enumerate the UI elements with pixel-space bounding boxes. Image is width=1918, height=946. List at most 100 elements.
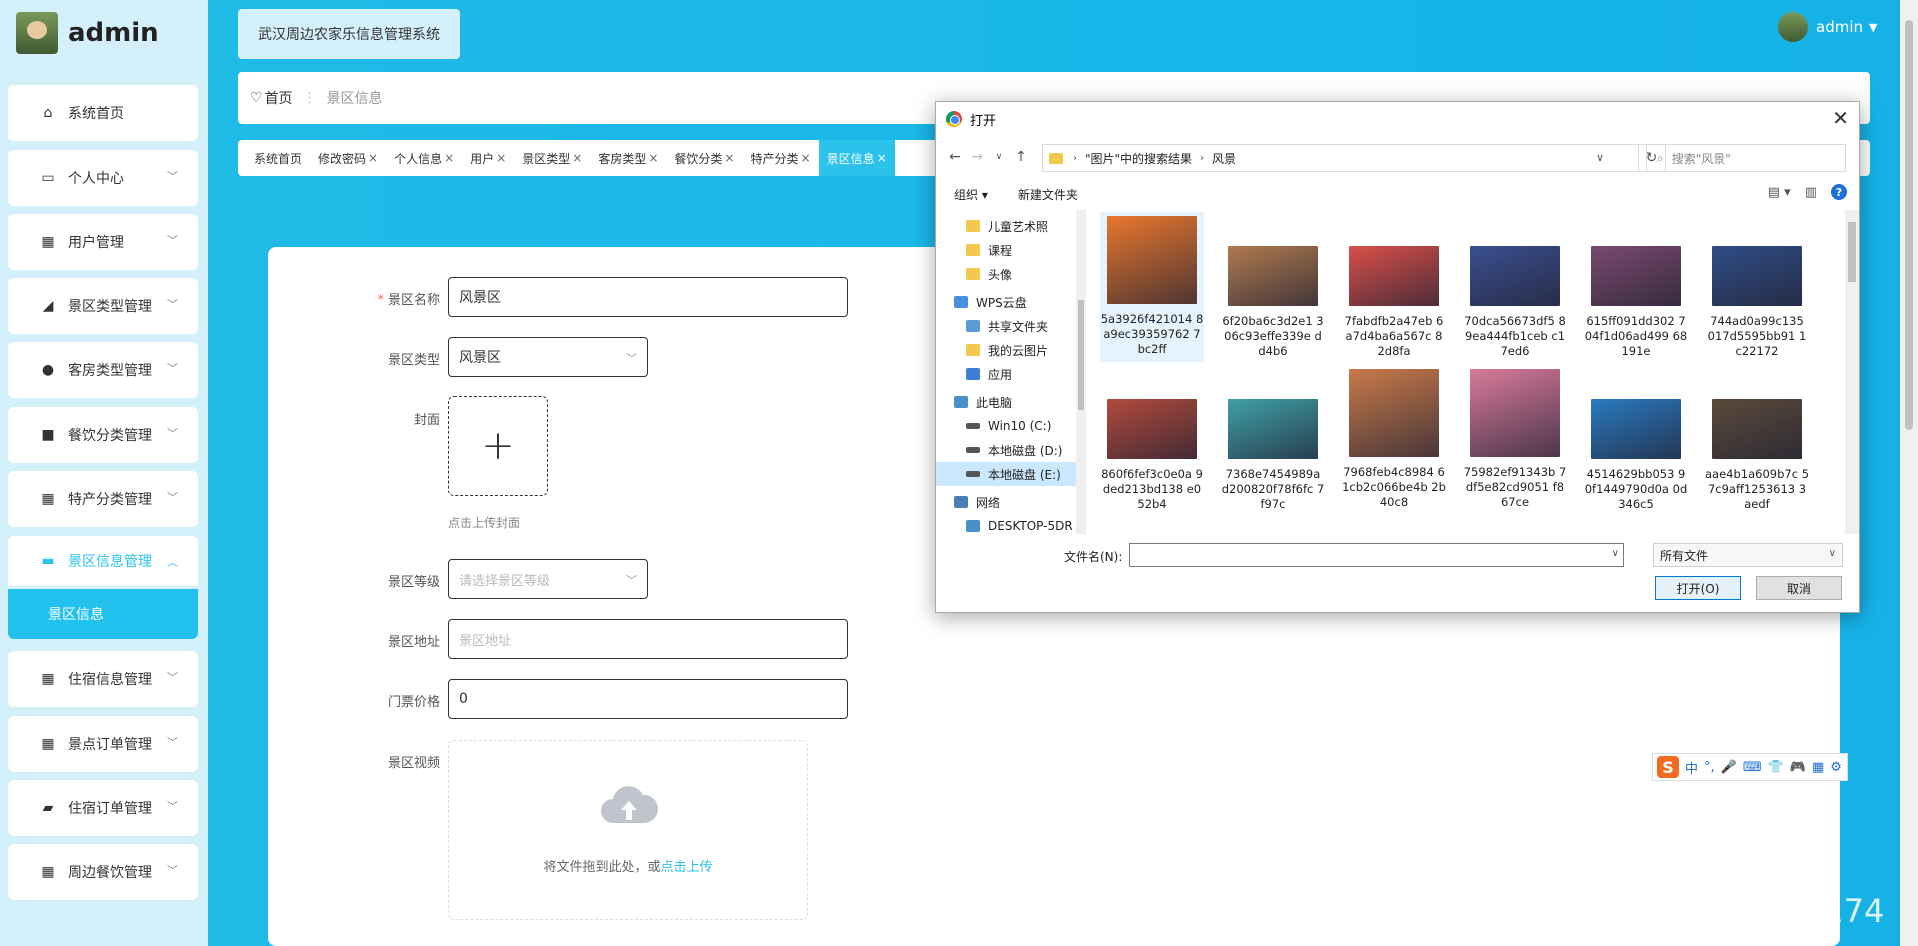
sidebar-item[interactable]: ▦ 周边餐饮管理 ﹀ (8, 844, 198, 900)
sidebar-item[interactable]: ▦ 用户管理 ﹀ (8, 214, 198, 270)
page-scrollbar[interactable] (1900, 0, 1918, 946)
close-icon[interactable]: × (877, 151, 887, 165)
tab[interactable]: 餐饮分类 × (666, 140, 742, 176)
ticket-price-input[interactable]: 0 (448, 679, 848, 719)
filename-input[interactable]: ∨ (1129, 543, 1624, 567)
file-item[interactable]: 7368e7454989a d200820f78f6fc 7f97c (1221, 365, 1325, 515)
sidebar-item[interactable]: ▬ 景区信息管理 ︿ (8, 536, 198, 586)
close-icon[interactable]: ✕ (1832, 106, 1849, 130)
sidebar-item[interactable]: ▭ 个人中心 ﹀ (8, 150, 198, 206)
files-scrollbar[interactable] (1845, 210, 1859, 534)
scenic-name-input[interactable]: 风景区 (448, 277, 848, 317)
nav-item[interactable]: 本地磁盘 (E:) (936, 462, 1076, 486)
click-upload-link[interactable]: 点击上传 (661, 860, 713, 875)
back-arrow-icon[interactable]: ← (944, 149, 966, 165)
close-icon[interactable]: × (444, 151, 454, 165)
tab[interactable]: 修改密码 × (310, 140, 386, 176)
nav-item[interactable]: 儿童艺术照 (936, 214, 1076, 238)
sidebar-item[interactable]: ▰ 住宿订单管理 ﹀ (8, 780, 198, 836)
address-box[interactable]: › "图片"中的搜索结果 › 风景 ∨ (1042, 144, 1639, 172)
sidebar-item[interactable]: ▦ 特产分类管理 ﹀ (8, 471, 198, 527)
preview-pane-icon[interactable]: ▥ (1805, 185, 1817, 200)
scenic-address-input[interactable]: 景区地址 (448, 619, 848, 659)
path-segment[interactable]: 风景 (1212, 150, 1236, 167)
tab[interactable]: 个人信息 × (386, 140, 462, 176)
skin-icon[interactable]: 👕 (1768, 760, 1784, 775)
file-item[interactable]: 860f6fef3c0e0a 9ded213bd138 e052b4 (1100, 365, 1204, 515)
submenu-item-scenic-info[interactable]: 景区信息 (8, 589, 198, 639)
file-type-filter[interactable]: 所有文件 ∨ (1653, 543, 1843, 567)
nav-item[interactable]: 应用 (936, 362, 1076, 386)
breadcrumb-home[interactable]: 首页 (265, 88, 293, 108)
nav-item[interactable]: 课程 (936, 238, 1076, 262)
cover-upload[interactable]: + (448, 396, 548, 496)
recent-dropdown-icon[interactable]: ∨ (988, 152, 1010, 162)
tab[interactable]: 客房类型 × (590, 140, 666, 176)
nav-item[interactable]: 共享文件夹 (936, 314, 1076, 338)
close-icon[interactable]: × (801, 151, 811, 165)
file-item[interactable]: 6f20ba6c3d2e1 306c93effe339e dd4b6 (1221, 212, 1325, 362)
keyboard-icon[interactable]: ⌨ (1743, 760, 1762, 775)
sogou-logo-icon[interactable]: S (1657, 756, 1679, 778)
tab[interactable]: 特产分类 × (742, 140, 818, 176)
sidebar-item[interactable]: ▦ 景点订单管理 ﹀ (8, 716, 198, 772)
sidebar-item[interactable]: ▦ 住宿信息管理 ﹀ (8, 651, 198, 707)
forward-arrow-icon[interactable]: → (966, 149, 988, 165)
sidebar-item[interactable]: ⌂ 系统首页 (8, 85, 198, 141)
toolbox-icon[interactable]: ▦ (1812, 760, 1824, 775)
file-item[interactable]: 744ad0a99c135 017d5595bb91 1c22172 (1705, 212, 1809, 362)
nav-item[interactable]: 我的云图片 (936, 338, 1076, 362)
scenic-level-select[interactable]: 请选择景区等级 ﹀ (448, 559, 648, 599)
nav-item[interactable]: WPS云盘 (936, 290, 1076, 314)
open-button[interactable]: 打开(O) (1655, 576, 1741, 600)
scroll-thumb[interactable] (1848, 222, 1856, 282)
nav-item[interactable]: 头像 (936, 262, 1076, 286)
close-icon[interactable]: × (724, 151, 734, 165)
file-item[interactable]: 615ff091dd302 704f1d06ad499 68191e (1584, 212, 1688, 362)
chevron-down-icon[interactable]: ∨ (1612, 548, 1619, 559)
chevron-down-icon[interactable]: ∨ (1596, 151, 1604, 164)
help-icon[interactable]: ? (1831, 184, 1847, 200)
sidebar-item[interactable]: ● 客房类型管理 ﹀ (8, 342, 198, 398)
video-upload-dropzone[interactable]: 将文件拖到此处，或点击上传 (448, 740, 808, 920)
up-arrow-icon[interactable]: ↑ (1010, 149, 1032, 165)
nav-scrollbar[interactable] (1076, 210, 1086, 534)
file-item[interactable]: 7fabdfb2a47eb 6a7d4ba6a567c 82d8fa (1342, 212, 1446, 362)
sidebar-item[interactable]: ■ 餐饮分类管理 ﹀ (8, 407, 198, 463)
microphone-icon[interactable]: 🎤 (1721, 760, 1737, 775)
file-item[interactable]: 70dca56673df5 89ea444fb1ceb c17ed6 (1463, 212, 1567, 362)
new-folder-button[interactable]: 新建文件夹 (1018, 186, 1078, 203)
file-item[interactable]: 75982ef91343b 7df5e82cd9051 f867ce (1463, 365, 1567, 515)
scroll-thumb[interactable] (1905, 20, 1913, 430)
close-icon[interactable]: × (648, 151, 658, 165)
tab[interactable]: 系统首页 (246, 140, 310, 176)
settings-icon[interactable]: ⚙ (1830, 760, 1842, 775)
scroll-thumb[interactable] (1078, 300, 1084, 410)
close-icon[interactable]: × (496, 151, 506, 165)
view-mode-icon[interactable]: ▤ ▾ (1768, 185, 1791, 200)
scenic-type-select[interactable]: 风景区 ﹀ (448, 337, 648, 377)
nav-item[interactable]: 此电脑 (936, 390, 1076, 414)
chinese-mode-icon[interactable]: 中 (1685, 758, 1698, 777)
nav-item[interactable]: 网络 (936, 490, 1076, 514)
nav-item[interactable]: DESKTOP-5DR (936, 514, 1076, 534)
close-icon[interactable]: × (368, 151, 378, 165)
punctuation-icon[interactable]: °, (1704, 760, 1715, 775)
user-menu[interactable]: admin ▼ (1778, 12, 1877, 42)
nav-item[interactable]: 本地磁盘 (D:) (936, 438, 1076, 462)
cancel-button[interactable]: 取消 (1756, 576, 1842, 600)
organize-button[interactable]: 组织 ▾ (954, 186, 988, 203)
game-icon[interactable]: 🎮 (1790, 760, 1806, 775)
file-item[interactable]: 4514629bb053 90f1449790d0a 0d346c5 (1584, 365, 1688, 515)
close-icon[interactable]: × (572, 151, 582, 165)
tab[interactable]: 用户 × (462, 140, 514, 176)
file-item[interactable]: 5a3926f421014 8a9ec39359762 7bc2ff (1100, 212, 1204, 362)
search-input[interactable]: ⌕ 搜索"风景" (1646, 144, 1846, 172)
nav-item[interactable]: Win10 (C:) (936, 414, 1076, 438)
tab[interactable]: 景区信息 × (818, 140, 895, 176)
file-item[interactable]: aae4b1a609b7c 57c9aff1253613 3aedf (1705, 365, 1809, 515)
tab[interactable]: 景区类型 × (514, 140, 590, 176)
path-segment[interactable]: "图片"中的搜索结果 (1085, 150, 1192, 167)
file-item[interactable]: 7968feb4c8984 61cb2c066be4b 2b40c8 (1342, 365, 1446, 515)
sidebar-item[interactable]: ◢ 景区类型管理 ﹀ (8, 278, 198, 334)
